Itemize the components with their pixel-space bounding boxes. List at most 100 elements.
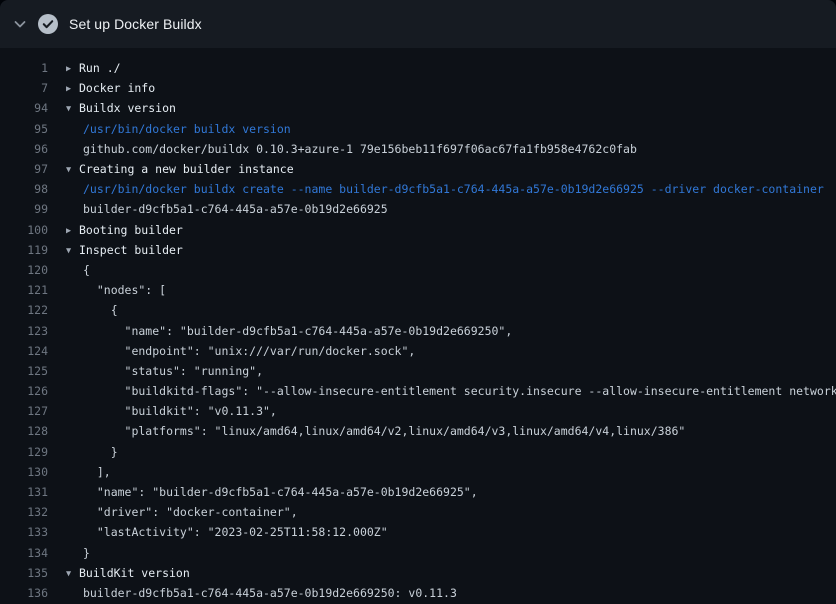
line-number-link[interactable]: 128	[0, 424, 48, 438]
output-text: "endpoint": "unix:///var/run/docker.sock…	[48, 344, 836, 358]
line-number-link[interactable]: 130	[0, 465, 48, 479]
step-header[interactable]: Set up Docker Buildx	[0, 0, 836, 48]
command-text: /usr/bin/docker buildx version	[48, 122, 836, 136]
group-title: Booting builder	[79, 223, 183, 237]
line-number-link[interactable]: 136	[0, 586, 48, 600]
line-number-link[interactable]: 121	[0, 283, 48, 297]
check-circle-icon	[38, 14, 58, 34]
line-number-link[interactable]: 7	[0, 81, 48, 95]
line-number-link[interactable]: 98	[0, 182, 48, 196]
line-number-link[interactable]: 123	[0, 324, 48, 338]
group-title: Docker info	[79, 81, 155, 95]
log-line: 135▼BuildKit version	[0, 563, 836, 583]
output-text: github.com/docker/buildx 0.10.3+azure-1 …	[48, 142, 836, 156]
output-text: "platforms": "linux/amd64,linux/amd64/v2…	[48, 424, 836, 438]
log-line: 94▼Buildx version	[0, 98, 836, 118]
line-number-link[interactable]: 127	[0, 404, 48, 418]
log-container[interactable]: 1▶Run ./7▶Docker info94▼Buildx version95…	[0, 48, 836, 604]
log-group-toggle[interactable]: ▼Inspect builder	[48, 243, 836, 257]
log-line: 95/usr/bin/docker buildx version	[0, 119, 836, 139]
log-line: 125 "status": "running",	[0, 361, 836, 381]
line-number-link[interactable]: 94	[0, 101, 48, 115]
log-line: 129 }	[0, 442, 836, 462]
output-text: "buildkitd-flags": "--allow-insecure-ent…	[48, 384, 836, 398]
log-line: 134}	[0, 543, 836, 563]
line-number-link[interactable]: 135	[0, 566, 48, 580]
group-title: BuildKit version	[79, 566, 190, 580]
output-text: {	[48, 263, 836, 277]
group-title: Creating a new builder instance	[79, 162, 294, 176]
line-number-link[interactable]: 129	[0, 445, 48, 459]
line-number-link[interactable]: 124	[0, 344, 48, 358]
line-number-link[interactable]: 125	[0, 364, 48, 378]
group-title: Inspect builder	[79, 243, 183, 257]
log-line: 133 "lastActivity": "2023-02-25T11:58:12…	[0, 522, 836, 542]
triangle-down-icon: ▼	[66, 569, 79, 579]
line-number-link[interactable]: 95	[0, 122, 48, 136]
log-group-toggle[interactable]: ▼Creating a new builder instance	[48, 162, 836, 176]
output-text: }	[48, 445, 836, 459]
line-number-link[interactable]: 126	[0, 384, 48, 398]
log-line: 97▼Creating a new builder instance	[0, 159, 836, 179]
log-group-toggle[interactable]: ▶Docker info	[48, 81, 836, 95]
log-line: 119▼Inspect builder	[0, 240, 836, 260]
log-line: 1▶Run ./	[0, 58, 836, 78]
log-line: 121 "nodes": [	[0, 280, 836, 300]
output-text: "buildkit": "v0.11.3",	[48, 404, 836, 418]
triangle-right-icon: ▶	[66, 64, 79, 74]
line-number-link[interactable]: 120	[0, 263, 48, 277]
output-text: "name": "builder-d9cfb5a1-c764-445a-a57e…	[48, 485, 836, 499]
line-number-link[interactable]: 97	[0, 162, 48, 176]
log-line: 100▶Booting builder	[0, 220, 836, 240]
triangle-right-icon: ▶	[66, 226, 79, 236]
log-group-toggle[interactable]: ▶Run ./	[48, 61, 836, 75]
log-line: 96github.com/docker/buildx 0.10.3+azure-…	[0, 139, 836, 159]
line-number-link[interactable]: 131	[0, 485, 48, 499]
step-title: Set up Docker Buildx	[69, 16, 202, 32]
group-title: Run ./	[79, 61, 121, 75]
line-number-link[interactable]: 96	[0, 142, 48, 156]
output-text: "lastActivity": "2023-02-25T11:58:12.000…	[48, 525, 836, 539]
line-number-link[interactable]: 133	[0, 525, 48, 539]
output-text: "status": "running",	[48, 364, 836, 378]
log-line: 7▶Docker info	[0, 78, 836, 98]
log-line: 98/usr/bin/docker buildx create --name b…	[0, 179, 836, 199]
actions-log-panel: Set up Docker Buildx 1▶Run ./7▶Docker in…	[0, 0, 836, 604]
line-number-link[interactable]: 134	[0, 546, 48, 560]
log-line: 99builder-d9cfb5a1-c764-445a-a57e-0b19d2…	[0, 199, 836, 219]
log-line: 130 ],	[0, 462, 836, 482]
output-text: "driver": "docker-container",	[48, 505, 836, 519]
line-number-link[interactable]: 122	[0, 303, 48, 317]
log-group-toggle[interactable]: ▼Buildx version	[48, 101, 836, 115]
log-line: 127 "buildkit": "v0.11.3",	[0, 401, 836, 421]
output-text: builder-d9cfb5a1-c764-445a-a57e-0b19d2e6…	[48, 586, 836, 600]
triangle-right-icon: ▶	[66, 84, 79, 94]
chevron-down-icon[interactable]	[12, 16, 28, 32]
line-number-link[interactable]: 119	[0, 243, 48, 257]
log-line: 120{	[0, 260, 836, 280]
triangle-down-icon: ▼	[66, 104, 79, 114]
line-number-link[interactable]: 100	[0, 223, 48, 237]
line-number-link[interactable]: 1	[0, 61, 48, 75]
line-number-link[interactable]: 99	[0, 202, 48, 216]
log-line: 136builder-d9cfb5a1-c764-445a-a57e-0b19d…	[0, 583, 836, 603]
log-line: 128 "platforms": "linux/amd64,linux/amd6…	[0, 421, 836, 441]
output-text: builder-d9cfb5a1-c764-445a-a57e-0b19d2e6…	[48, 202, 836, 216]
triangle-down-icon: ▼	[66, 165, 79, 175]
log-line: 131 "name": "builder-d9cfb5a1-c764-445a-…	[0, 482, 836, 502]
output-text: ],	[48, 465, 836, 479]
group-title: Buildx version	[79, 101, 176, 115]
log-line: 122 {	[0, 300, 836, 320]
output-text: }	[48, 546, 836, 560]
log-group-toggle[interactable]: ▶Booting builder	[48, 223, 836, 237]
command-text: /usr/bin/docker buildx create --name bui…	[48, 182, 836, 196]
log-line: 126 "buildkitd-flags": "--allow-insecure…	[0, 381, 836, 401]
line-number-link[interactable]: 132	[0, 505, 48, 519]
triangle-down-icon: ▼	[66, 246, 79, 256]
log-line: 124 "endpoint": "unix:///var/run/docker.…	[0, 341, 836, 361]
output-text: {	[48, 303, 836, 317]
log-line: 132 "driver": "docker-container",	[0, 502, 836, 522]
output-text: "nodes": [	[48, 283, 836, 297]
output-text: "name": "builder-d9cfb5a1-c764-445a-a57e…	[48, 324, 836, 338]
log-group-toggle[interactable]: ▼BuildKit version	[48, 566, 836, 580]
